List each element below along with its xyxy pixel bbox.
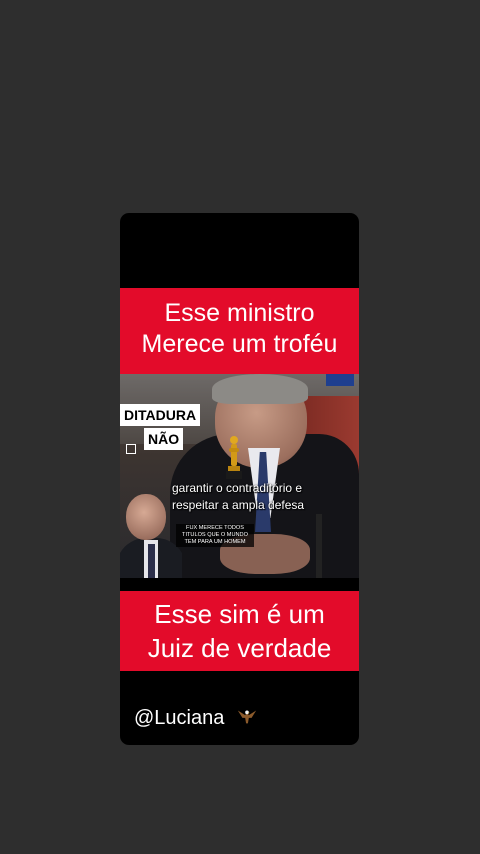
video-frame[interactable]: DITADURA NÃO garantir o contraditório e …: [120, 374, 359, 578]
microphone: [316, 514, 322, 578]
top-banner: Esse ministro Merece um troféu: [120, 288, 359, 374]
user-handle-text: @Luciana: [134, 707, 225, 729]
inset-head: [126, 494, 166, 540]
judge-hair: [212, 374, 308, 404]
inset-caption-line-1: FUX MERECE TODOS: [186, 525, 244, 531]
user-handle[interactable]: @Luciana: [134, 705, 258, 730]
bottom-banner: Esse sim é um Juiz de verdade: [120, 591, 359, 671]
subtitle-line-2: respeitar a ampla defesa: [172, 498, 305, 512]
inset-tie: [148, 544, 155, 578]
overlay-label-line-2: NÃO: [144, 428, 184, 450]
top-banner-line-2: Merece um troféu: [141, 330, 338, 358]
overlay-label-line-1: DITADURA: [120, 404, 201, 426]
ditadura-nao-overlay: DITADURA NÃO: [120, 404, 201, 454]
inset-caption-line-2: TITULOS QUE O MUNDO: [182, 532, 248, 538]
trophy-icon: [226, 436, 242, 479]
eagle-icon: [237, 710, 257, 724]
subtitle-line-1: garantir o contraditório e: [172, 481, 303, 495]
video-subtitle: garantir o contraditório e respeitar a a…: [172, 480, 352, 514]
qr-code-icon: [126, 444, 136, 454]
inset-caption-line-3: TEM PARA UM HOMEM: [184, 539, 246, 545]
inset-caption: FUX MERECE TODOS TITULOS QUE O MUNDO TEM…: [176, 524, 254, 547]
bottom-banner-line-2: Juiz de verdade: [147, 633, 332, 663]
inset-portrait: [120, 490, 182, 578]
story-card[interactable]: Esse ministro Merece um troféu DITADURA …: [120, 213, 359, 745]
flag-detail: [326, 374, 354, 386]
bottom-banner-line-1: Esse sim é um: [154, 599, 325, 629]
top-banner-line-1: Esse ministro: [164, 299, 315, 327]
